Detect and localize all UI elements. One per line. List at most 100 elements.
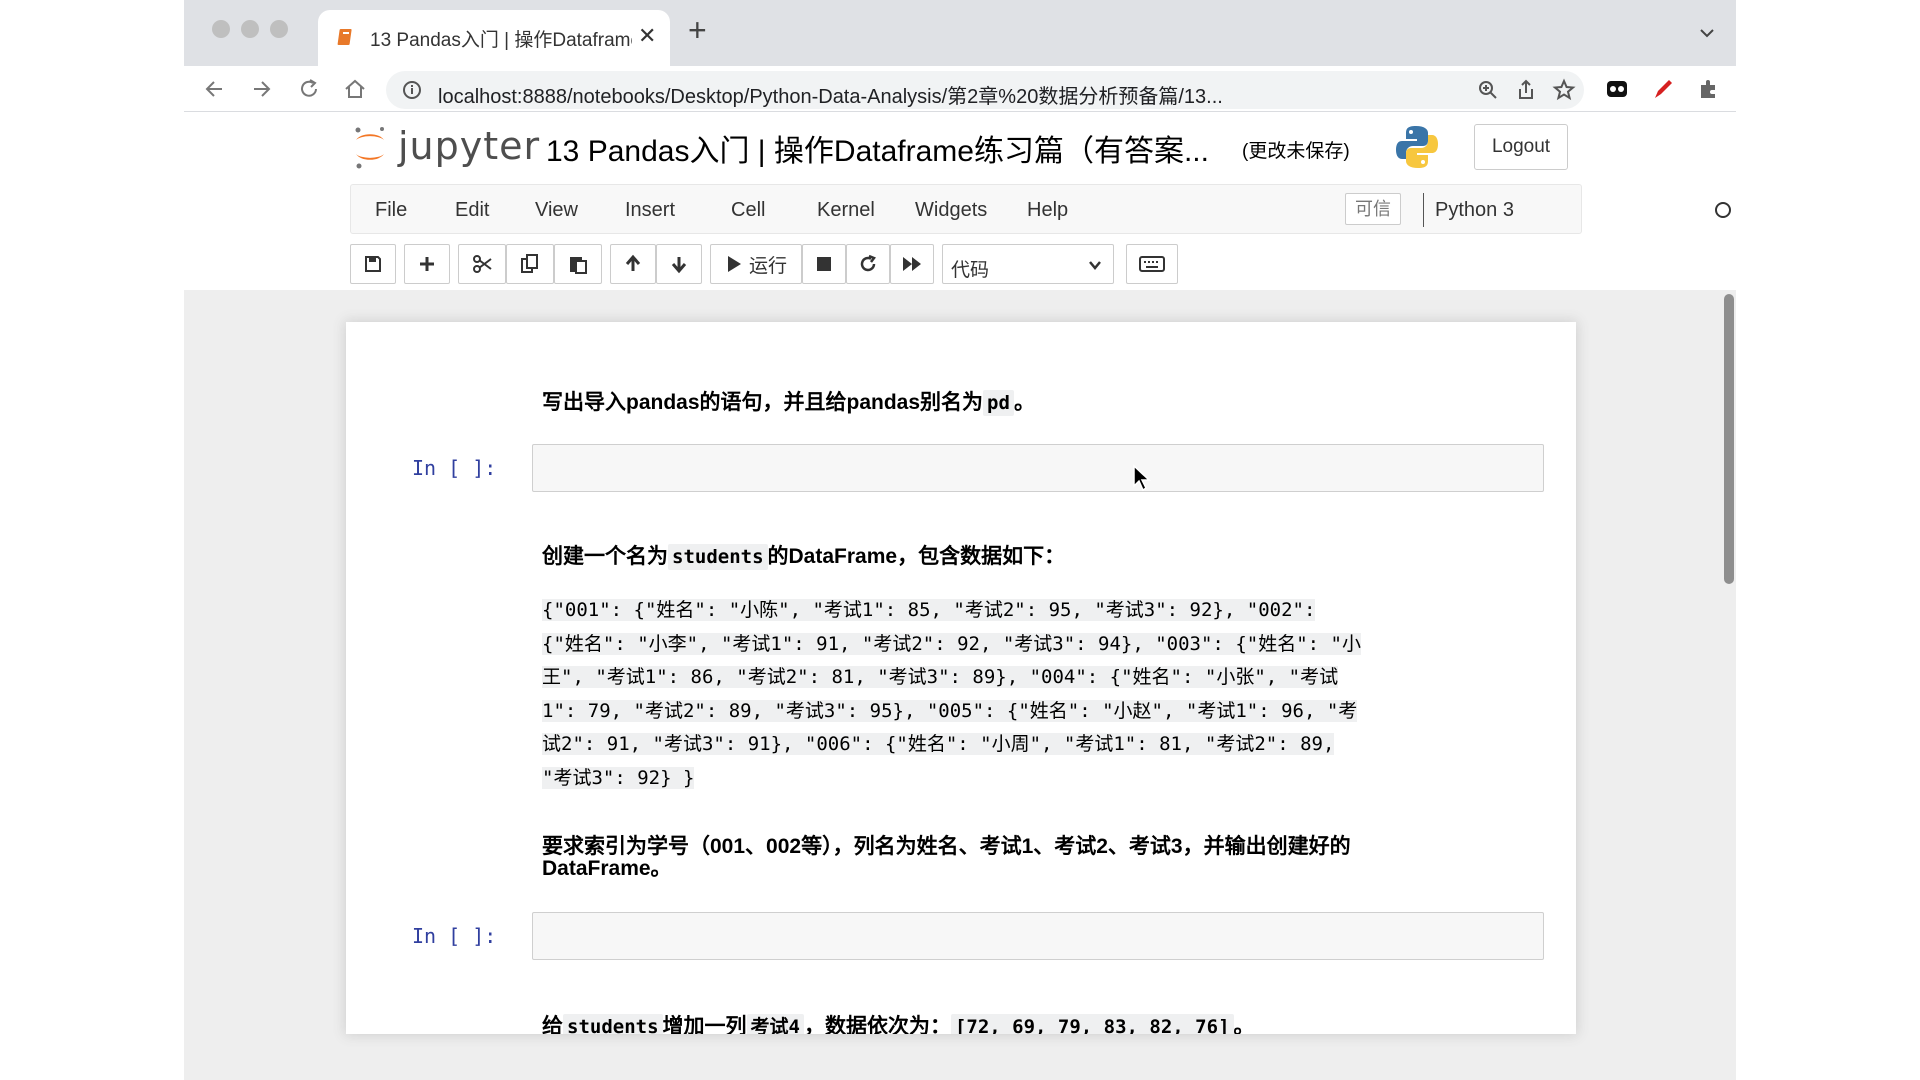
cell-type-value: 代码 (951, 260, 990, 281)
notebook-toolbar: 运行 代码 (350, 244, 1250, 284)
md2-code: students (668, 544, 768, 570)
data-line: 1": 79, "考试2": 89, "考试3": 95}, "005": {"… (542, 699, 1358, 722)
run-label: 运行 (748, 255, 787, 277)
tab-title: 13 Pandas入门 | 操作Dataframe (370, 30, 632, 51)
markdown-cell-1[interactable]: 写出导入pandas的语句，并且给pandas别名为 pd。 (542, 386, 1035, 416)
restart-button[interactable] (846, 244, 890, 284)
tab-close-icon[interactable]: ✕ (638, 23, 656, 49)
run-button[interactable]: 运行 (710, 244, 802, 284)
extension-pen-icon[interactable] (1650, 76, 1676, 102)
kernel-name[interactable]: Python 3 (1435, 199, 1514, 222)
chevron-down-icon[interactable] (1696, 22, 1718, 44)
jupyter-logo-icon[interactable] (350, 124, 390, 170)
markdown-cell-4[interactable]: 给 students 增加一列 考试4 ，数据依次为： [72, 69, 79, 83, … (542, 1010, 1255, 1034)
data-line: {"001": {"姓名": "小陈", "考试1": 85, "考试2": 9… (542, 599, 1316, 621)
home-icon[interactable] (342, 76, 368, 102)
insert-cell-button[interactable] (404, 244, 450, 284)
data-line: 试2": 91, "考试3": 91}, "006": {"姓名": "小周",… (542, 733, 1335, 756)
input-prompt-1: In [ ]: (412, 456, 497, 480)
trusted-indicator[interactable]: 可信 (1345, 193, 1401, 225)
cut-button[interactable] (458, 244, 506, 284)
play-icon (727, 256, 741, 272)
jupyter-header: jupyter 13 Pandas入门 | 操作Dataframe练习篇（有答案… (184, 112, 1736, 184)
md1-post: 。 (1013, 391, 1035, 414)
left-margin (0, 0, 184, 1080)
python-logo-icon (1396, 126, 1438, 168)
save-floppy-icon (365, 256, 381, 272)
md4-code2: 考试4 (746, 1014, 804, 1034)
save-button[interactable] (350, 244, 396, 284)
md4-text: 给 (542, 1015, 563, 1034)
right-margin (1736, 0, 1920, 1080)
mouse-pointer-icon (1133, 464, 1151, 492)
menu-file[interactable]: File (375, 199, 407, 222)
cell-type-select[interactable]: 代码 (942, 244, 1114, 284)
restart-run-all-button[interactable] (890, 244, 934, 284)
md3-line2: DataFrame。 (542, 857, 672, 880)
md4-code: students (563, 1014, 663, 1034)
data-line: "考试3": 92} } (542, 766, 695, 789)
scissors-icon (473, 255, 492, 273)
menu-kernel[interactable]: Kernel (817, 199, 875, 222)
move-up-button[interactable] (610, 244, 656, 284)
url-text: localhost:8888/notebooks/Desktop/Python-… (438, 86, 1223, 108)
zoom-icon[interactable] (1476, 78, 1500, 102)
minimize-window-button[interactable] (241, 20, 259, 38)
md3-line1: 要求索引为学号（001、002等），列名为姓名、考试1、考试2、考试3，并输出创… (542, 835, 1351, 858)
kernel-separator (1423, 193, 1424, 227)
move-down-button[interactable] (656, 244, 702, 284)
code-input-2[interactable] (532, 912, 1544, 960)
menubar: File Edit View Insert Cell Kernel Widget… (350, 184, 1731, 234)
markdown-cell-2[interactable]: 创建一个名为 students 的DataFrame，包含数据如下： (542, 540, 1065, 570)
restart-icon (860, 254, 876, 272)
md2-post: 的DataFrame，包含数据如下： (767, 545, 1066, 568)
notebook-favicon-icon (337, 29, 352, 45)
jupyter-logo-text[interactable]: jupyter (398, 124, 540, 168)
address-toolbar: localhost:8888/notebooks/Desktop/Python-… (184, 66, 1736, 112)
interrupt-button[interactable] (802, 244, 846, 284)
data-line: {"姓名": "小李", "考试1": 91, "考试2": 92, "考试3"… (542, 632, 1361, 655)
menu-help[interactable]: Help (1027, 199, 1068, 222)
menu-edit[interactable]: Edit (455, 199, 489, 222)
copy-button[interactable] (506, 244, 554, 284)
url-bar[interactable]: localhost:8888/notebooks/Desktop/Python-… (386, 71, 1584, 109)
share-icon[interactable] (1514, 78, 1538, 102)
input-prompt-2: In [ ]: (412, 924, 497, 948)
md1-code: pd (983, 390, 1014, 416)
notebook-title[interactable]: 13 Pandas入门 | 操作Dataframe练习篇（有答案... (546, 126, 1209, 170)
new-tab-button[interactable]: + (688, 14, 707, 46)
paste-button[interactable] (554, 244, 602, 284)
menu-cell[interactable]: Cell (731, 199, 765, 222)
arrow-down-icon (671, 257, 687, 274)
site-info-icon[interactable] (400, 78, 424, 102)
back-arrow-icon[interactable] (202, 76, 228, 102)
command-palette-button[interactable] (1126, 244, 1178, 284)
copy-icon (521, 254, 538, 273)
logout-button[interactable]: Logout (1474, 124, 1568, 170)
maximize-window-button[interactable] (270, 20, 288, 38)
paste-icon (570, 257, 587, 274)
arrow-up-icon (625, 254, 641, 271)
close-window-button[interactable] (212, 20, 230, 38)
md4-mid2: ，数据依次为： (803, 1015, 951, 1034)
menu-insert[interactable]: Insert (625, 199, 675, 222)
menu-view[interactable]: View (535, 199, 578, 222)
bookmark-star-icon[interactable] (1552, 78, 1576, 102)
extension-mask-icon[interactable] (1604, 76, 1630, 102)
kernel-idle-indicator-icon (1715, 202, 1731, 218)
tab-strip: 13 Pandas入门 | 操作Dataframe ✕ + (184, 0, 1736, 66)
forward-arrow-icon[interactable] (248, 76, 274, 102)
md4-post: 。 (1233, 1015, 1255, 1034)
reload-icon[interactable] (296, 76, 322, 102)
md4-code3: [72, 69, 79, 83, 82, 76] (950, 1014, 1234, 1034)
chevron-down-icon (1089, 261, 1101, 270)
data-codeblock: {"001": {"姓名": "小陈", "考试1": 85, "考试2": 9… (542, 594, 1522, 796)
tab-notebook[interactable]: 13 Pandas入门 | 操作Dataframe ✕ (318, 10, 670, 66)
markdown-cell-3[interactable]: 要求索引为学号（001、002等），列名为姓名、考试1、考试2、考试3，并输出创… (542, 836, 1351, 880)
code-input-1[interactable] (532, 444, 1544, 492)
save-status: (更改未保存) (1242, 141, 1350, 162)
stop-icon (817, 257, 831, 271)
extensions-puzzle-icon[interactable] (1696, 76, 1722, 102)
page-scrollbar[interactable] (1724, 294, 1734, 584)
menu-widgets[interactable]: Widgets (915, 199, 987, 222)
